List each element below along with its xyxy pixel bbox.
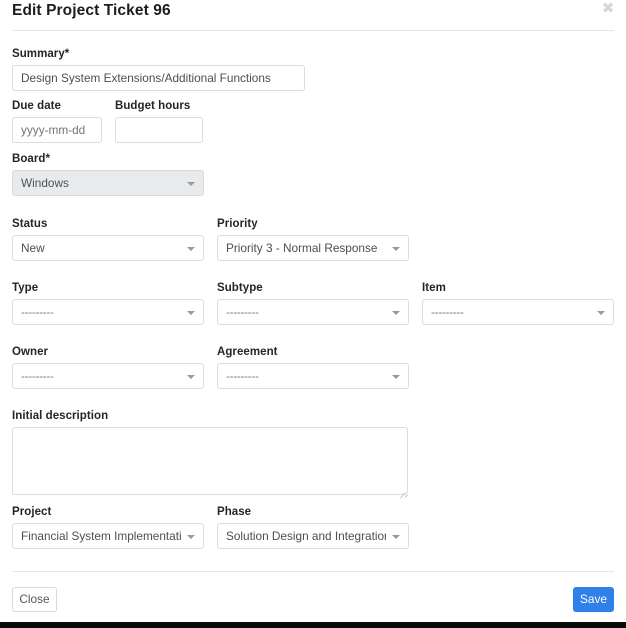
- budget-hours-input[interactable]: [115, 117, 203, 143]
- summary-input[interactable]: [12, 65, 305, 91]
- due-date-input[interactable]: [12, 117, 102, 143]
- agreement-select-value: ---------: [226, 369, 259, 383]
- initial-description-label: Initial description: [12, 410, 109, 422]
- priority-select[interactable]: Priority 3 - Normal Response: [217, 235, 409, 261]
- type-select[interactable]: ---------: [12, 299, 204, 325]
- field-agreement: Agreement ---------: [217, 345, 409, 389]
- agreement-select[interactable]: ---------: [217, 363, 409, 389]
- modal-header: Edit Project Ticket 96 ✖: [0, 0, 626, 31]
- modal-footer: Close Save: [0, 571, 626, 622]
- item-select-value: ---------: [431, 305, 464, 319]
- phase-select[interactable]: Solution Design and Integration: [217, 523, 409, 549]
- save-button[interactable]: Save: [573, 587, 614, 612]
- status-label: Status: [12, 218, 48, 230]
- modal-body: Summary* Due date Budget hours Board* Wi…: [0, 31, 626, 571]
- owner-select[interactable]: ---------: [12, 363, 204, 389]
- chevron-down-icon: [597, 311, 605, 315]
- chevron-down-icon: [187, 375, 195, 379]
- field-owner: Owner ---------: [12, 345, 204, 389]
- field-summary: Summary*: [12, 47, 305, 91]
- field-project: Project Financial System Implementation: [12, 505, 204, 549]
- board-select: Windows: [12, 170, 204, 196]
- summary-label: Summary*: [12, 48, 70, 60]
- bottom-bar: [0, 622, 626, 628]
- close-button[interactable]: Close: [12, 587, 57, 612]
- field-subtype: Subtype ---------: [217, 281, 409, 325]
- field-status: Status New: [12, 217, 204, 261]
- close-icon[interactable]: ✖: [601, 0, 615, 18]
- status-select-value: New: [21, 241, 45, 255]
- chevron-down-icon: [392, 311, 400, 315]
- field-board: Board* Windows: [12, 152, 204, 196]
- initial-description-textarea[interactable]: [12, 427, 408, 495]
- item-select[interactable]: ---------: [422, 299, 614, 325]
- project-select[interactable]: Financial System Implementation: [12, 523, 204, 549]
- field-type: Type ---------: [12, 281, 204, 325]
- chevron-down-icon: [187, 311, 195, 315]
- chevron-down-icon: [392, 247, 400, 251]
- field-phase: Phase Solution Design and Integration: [217, 505, 409, 549]
- field-item: Item ---------: [422, 281, 614, 325]
- edit-project-ticket-modal: Edit Project Ticket 96 ✖ Summary* Due da…: [0, 0, 626, 628]
- field-initial-description: Initial description: [12, 409, 409, 499]
- project-select-value: Financial System Implementation: [21, 529, 181, 543]
- subtype-select-value: ---------: [226, 305, 259, 319]
- status-select[interactable]: New: [12, 235, 204, 261]
- project-label: Project: [12, 506, 52, 518]
- budget-hours-label: Budget hours: [115, 100, 191, 112]
- owner-select-value: ---------: [21, 369, 54, 383]
- chevron-down-icon: [392, 375, 400, 379]
- subtype-label: Subtype: [217, 282, 263, 294]
- board-select-value: Windows: [21, 176, 69, 190]
- field-due-date: Due date: [12, 99, 102, 143]
- chevron-down-icon: [187, 535, 195, 539]
- due-date-label: Due date: [12, 100, 61, 112]
- initial-description-wrap: [12, 427, 409, 499]
- owner-label: Owner: [12, 346, 49, 358]
- phase-select-value: Solution Design and Integration: [226, 529, 386, 543]
- page-title: Edit Project Ticket 96: [12, 2, 171, 19]
- chevron-down-icon: [187, 182, 195, 186]
- field-budget-hours: Budget hours: [115, 99, 203, 143]
- chevron-down-icon: [392, 535, 400, 539]
- footer-divider: [12, 571, 614, 572]
- priority-select-value: Priority 3 - Normal Response: [226, 241, 378, 255]
- type-select-value: ---------: [21, 305, 54, 319]
- field-priority: Priority Priority 3 - Normal Response: [217, 217, 409, 261]
- board-label: Board*: [12, 153, 51, 165]
- subtype-select[interactable]: ---------: [217, 299, 409, 325]
- type-label: Type: [12, 282, 39, 294]
- priority-label: Priority: [217, 218, 258, 230]
- agreement-label: Agreement: [217, 346, 278, 358]
- phase-label: Phase: [217, 506, 252, 518]
- chevron-down-icon: [187, 247, 195, 251]
- item-label: Item: [422, 282, 446, 294]
